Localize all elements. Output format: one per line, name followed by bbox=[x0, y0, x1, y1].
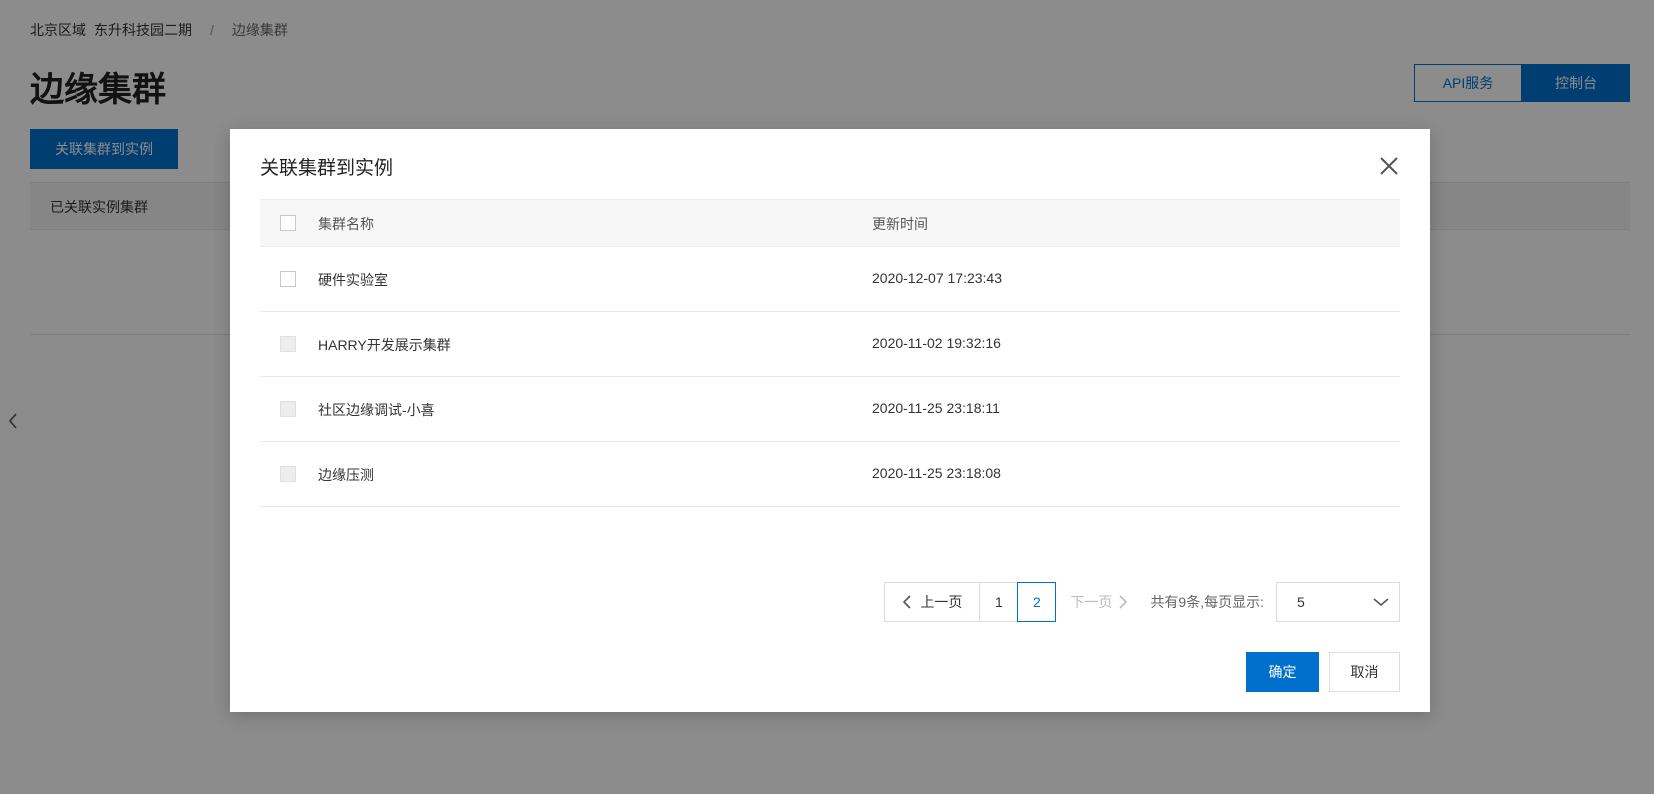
table-header: 集群名称 更新时间 bbox=[260, 199, 1400, 247]
row-checkbox-disabled bbox=[280, 336, 296, 352]
associate-cluster-dialog: 关联集群到实例 集群名称 更新时间 硬件实验室 2020-12-07 17:23… bbox=[230, 129, 1430, 712]
pagination: 上一页 1 2 下一页 共有9条,每页显示: 5 bbox=[884, 582, 1400, 622]
row-checkbox-disabled bbox=[280, 401, 296, 417]
row-checkbox-disabled bbox=[280, 466, 296, 482]
cluster-name: 社区边缘调试-小喜 bbox=[318, 402, 435, 418]
update-time: 2020-11-25 23:18:08 bbox=[872, 465, 1001, 481]
update-time: 2020-11-25 23:18:11 bbox=[872, 400, 1000, 416]
row-checkbox[interactable] bbox=[280, 271, 296, 287]
table-row[interactable]: 边缘压测 2020-11-25 23:18:08 bbox=[260, 442, 1400, 507]
cluster-table: 集群名称 更新时间 硬件实验室 2020-12-07 17:23:43 HARR… bbox=[260, 199, 1400, 507]
table-row[interactable]: HARRY开发展示集群 2020-11-02 19:32:16 bbox=[260, 312, 1400, 377]
page-size-value: 5 bbox=[1297, 594, 1305, 610]
prev-page-label: 上一页 bbox=[920, 594, 963, 610]
next-page-label: 下一页 bbox=[1070, 594, 1113, 610]
chevron-left-icon bbox=[903, 595, 911, 609]
column-header-name: 集群名称 bbox=[318, 216, 374, 232]
total-count-text: 共有9条,每页显示: bbox=[1150, 594, 1264, 610]
close-button[interactable] bbox=[1376, 153, 1402, 179]
table-row[interactable]: 硬件实验室 2020-12-07 17:23:43 bbox=[260, 247, 1400, 312]
cluster-name: HARRY开发展示集群 bbox=[318, 337, 451, 353]
page-button-1[interactable]: 1 bbox=[979, 582, 1019, 622]
update-time: 2020-12-07 17:23:43 bbox=[872, 270, 1002, 286]
confirm-button[interactable]: 确定 bbox=[1246, 652, 1319, 692]
cluster-name: 边缘压测 bbox=[318, 467, 374, 483]
select-all-checkbox[interactable] bbox=[280, 215, 296, 231]
table-row[interactable]: 社区边缘调试-小喜 2020-11-25 23:18:11 bbox=[260, 377, 1400, 442]
dialog-footer: 确定 取消 bbox=[1246, 652, 1400, 692]
prev-page-button[interactable]: 上一页 bbox=[884, 582, 981, 622]
chevron-down-icon bbox=[1373, 598, 1389, 607]
page-button-2[interactable]: 2 bbox=[1017, 582, 1057, 622]
cancel-button[interactable]: 取消 bbox=[1329, 652, 1400, 692]
update-time: 2020-11-02 19:32:16 bbox=[872, 335, 1001, 351]
dialog-title: 关联集群到实例 bbox=[260, 158, 394, 179]
next-page-button[interactable]: 下一页 bbox=[1070, 592, 1128, 612]
page-size-select[interactable]: 5 bbox=[1276, 582, 1400, 622]
chevron-right-icon bbox=[1119, 595, 1128, 609]
cluster-name: 硬件实验室 bbox=[318, 272, 388, 288]
column-header-time: 更新时间 bbox=[872, 216, 928, 232]
close-icon bbox=[1380, 157, 1398, 175]
